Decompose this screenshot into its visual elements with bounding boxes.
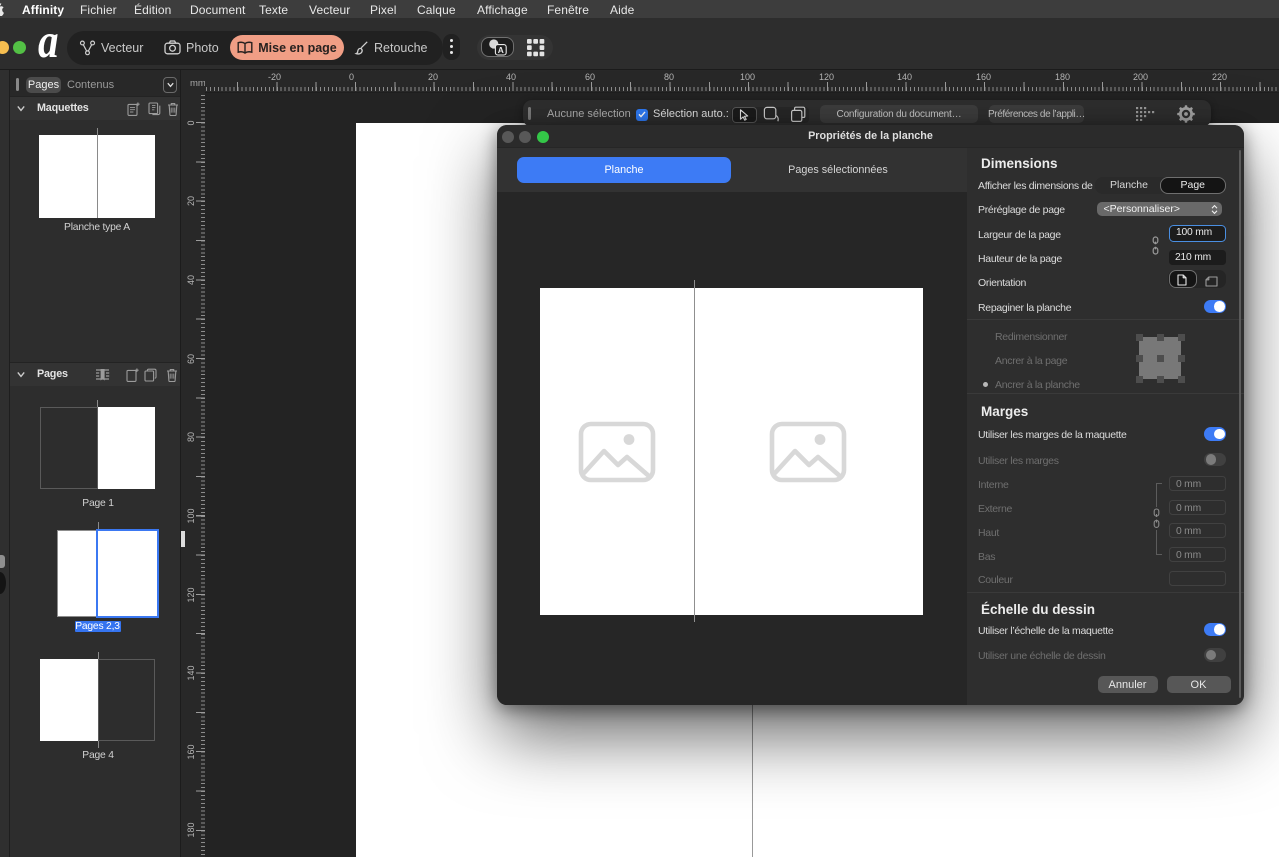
svg-text:A: A: [498, 45, 504, 55]
